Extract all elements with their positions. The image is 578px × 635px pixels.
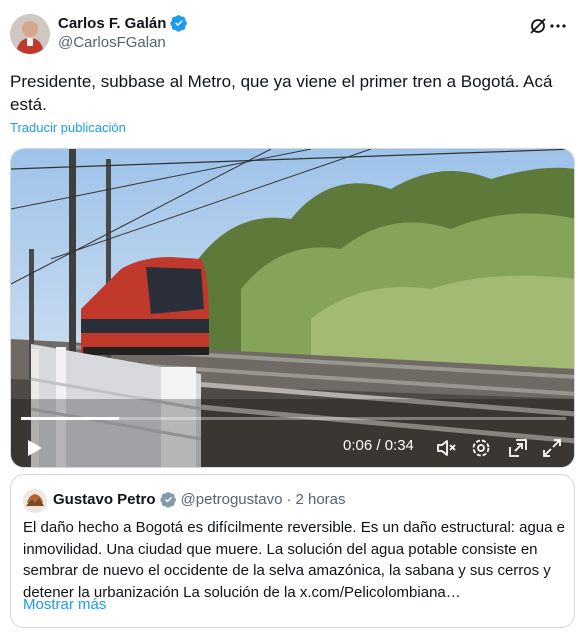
quoted-handle[interactable]: @petrogustavo (181, 491, 283, 508)
author-avatar[interactable] (10, 14, 50, 54)
video-time: 0:06 / 0:34 (343, 437, 414, 454)
picture-in-picture-icon[interactable] (507, 437, 529, 459)
quoted-timestamp[interactable]: 2 horas (295, 491, 345, 508)
quoted-author-row: Gustavo Petro @petrogustavo · 2 horas (53, 491, 346, 508)
translate-link[interactable]: Traducir publicación (10, 120, 126, 135)
quoted-author-avatar[interactable] (23, 489, 47, 513)
author-name-row: Carlos F. Galán (58, 14, 188, 32)
tweet-header: Carlos F. Galán @CarlosFGalan (10, 10, 568, 56)
show-more-link[interactable]: Mostrar más (23, 596, 106, 613)
video-player[interactable]: 0:06 / 0:34 (10, 148, 575, 468)
fullscreen-icon[interactable] (541, 437, 563, 459)
verified-badge-icon (170, 15, 188, 32)
grok-icon[interactable] (528, 16, 548, 36)
author-display-name[interactable]: Carlos F. Galán (58, 15, 166, 32)
settings-icon[interactable] (470, 437, 492, 459)
quoted-text: El daño hecho a Bogotá es difícilmente r… (23, 519, 565, 601)
quoted-separator: · (286, 491, 292, 508)
author-handle[interactable]: @CarlosFGalan (58, 34, 166, 51)
more-options-icon[interactable] (548, 16, 568, 36)
mute-icon[interactable] (435, 437, 457, 459)
quoted-tweet[interactable]: Gustavo Petro @petrogustavo · 2 horas El… (10, 474, 575, 628)
video-progress-fill (21, 417, 119, 420)
tweet-text: Presidente, subbase al Metro, que ya vie… (10, 72, 553, 114)
quoted-display-name[interactable]: Gustavo Petro (53, 491, 156, 508)
quoted-verified-badge-icon (159, 492, 176, 508)
play-icon[interactable] (23, 437, 45, 459)
video-frame (11, 149, 574, 467)
